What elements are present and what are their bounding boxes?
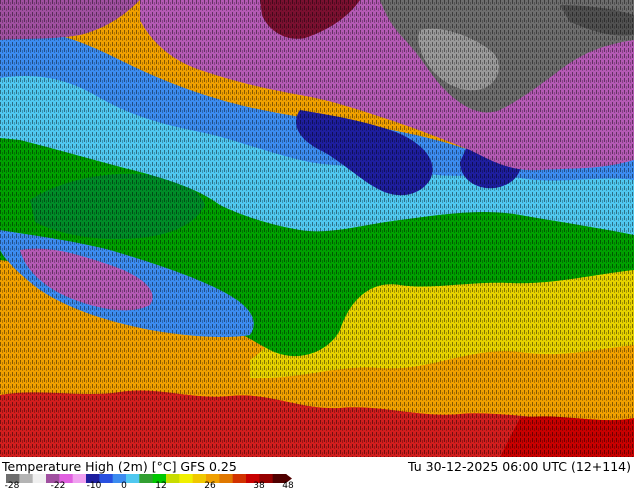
map-title: Temperature High (2m) [°C] GFS 0.25: [2, 459, 237, 474]
map-canvas: [0, 0, 634, 457]
valid-time: Tu 30-12-2025 06:00 UTC (12+114): [408, 459, 631, 474]
temperature-map: [0, 0, 634, 457]
map-footer: Temperature High (2m) [°C] GFS 0.25 Tu 3…: [0, 457, 634, 491]
label-hatch-overlay: [0, 0, 634, 457]
